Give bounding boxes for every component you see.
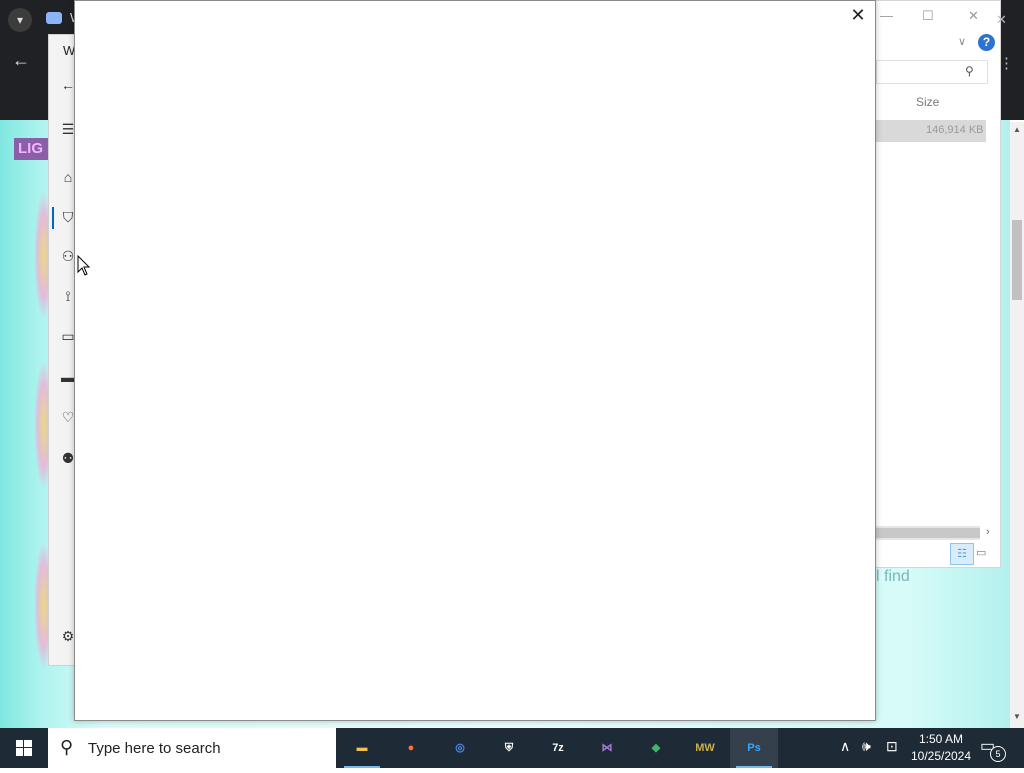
7-zip-icon: 7z [552, 742, 564, 754]
taskbar-app-photoshop[interactable]: Ps [730, 728, 778, 768]
back-arrow-icon[interactable]: ← [12, 50, 30, 71]
taskbar: ⚲ Type here to search ▬ ● ◎ ⛨ 7z ⋈ ◆ MW Ps ∧ 🕪 ⊡… [0, 728, 1024, 768]
search-placeholder: Type here to search [88, 740, 221, 757]
thumbnail-view-icon[interactable]: ▭ [976, 546, 986, 559]
windows-security-icon: ⛨ [504, 742, 514, 754]
scroll-up-icon[interactable]: ▲ [1012, 125, 1022, 134]
taskbar-app-tree-app[interactable]: ◆ [632, 728, 680, 768]
search-icon[interactable]: ⚲ [965, 64, 974, 78]
chromium-icon: ◎ [455, 742, 465, 754]
horizontal-scrollbar-thumb[interactable] [876, 528, 980, 538]
nfs-mw-icon: MW [695, 742, 715, 754]
help-icon[interactable]: ? [978, 34, 995, 51]
scroll-down-icon[interactable]: ▼ [1012, 712, 1022, 721]
start-button[interactable] [0, 728, 48, 768]
taskbar-search-box[interactable]: ⚲ Type here to search [48, 728, 336, 768]
size-column-header[interactable]: Size [916, 95, 939, 109]
tree-app-icon: ◆ [651, 742, 661, 754]
page-scrollbar-thumb[interactable] [1012, 220, 1022, 300]
taskbar-app-7-zip[interactable]: 7z [534, 728, 582, 768]
clock-time: 1:50 AM [918, 732, 964, 746]
photoshop-icon: Ps [747, 742, 761, 754]
visual-studio-icon: ⋈ [601, 742, 613, 754]
page-scrollbar[interactable] [1010, 122, 1024, 728]
taskbar-app-nfs-mw[interactable]: MW [681, 728, 729, 768]
system-clock[interactable]: 1:50 AM 10/25/2024 [906, 731, 976, 765]
mouse-pointer-icon [77, 255, 91, 276]
taskbar-app-windows-security[interactable]: ⛨ [485, 728, 533, 768]
tab-favicon-icon [46, 12, 62, 24]
details-view-icon[interactable]: ☷ [950, 543, 974, 565]
more-options-icon[interactable]: ⋮ [999, 54, 1014, 72]
file-size-value: 146,914 KB [926, 124, 984, 136]
search-icon: ⚲ [60, 737, 74, 757]
volume-icon[interactable]: 🕪 [862, 738, 871, 755]
close-icon[interactable]: ✕ [996, 12, 1007, 28]
dialog-close-button[interactable]: ✕ [848, 5, 868, 25]
taskbar-app-chromium[interactable]: ◎ [436, 728, 484, 768]
maximize-icon[interactable]: ☐ [922, 8, 934, 24]
clock-date: 10/25/2024 [910, 749, 972, 763]
page-text-fragment: l find [876, 568, 910, 585]
taskbar-app-file-explorer[interactable]: ▬ [338, 728, 386, 768]
firefox-icon: ● [407, 742, 415, 754]
notification-count-badge: 5 [990, 746, 1006, 762]
file-explorer-window [875, 0, 1001, 568]
windows-logo-icon [16, 740, 32, 756]
chevron-down-icon[interactable]: ∨ [958, 35, 966, 48]
blank-dialog-window: ✕ [74, 0, 876, 721]
minimize-icon[interactable]: — [880, 8, 893, 23]
chevron-up-icon[interactable]: ∧ [840, 738, 850, 755]
tab-dropdown-button[interactable]: ▾ [8, 8, 32, 32]
network-icon[interactable]: ⊡ [886, 738, 898, 755]
taskbar-app-firefox[interactable]: ● [387, 728, 435, 768]
file-explorer-icon: ▬ [356, 742, 368, 754]
close-icon[interactable]: ✕ [968, 8, 979, 24]
taskbar-app-visual-studio[interactable]: ⋈ [583, 728, 631, 768]
selected-indicator [52, 207, 54, 229]
scroll-right-icon[interactable]: › [986, 526, 990, 538]
